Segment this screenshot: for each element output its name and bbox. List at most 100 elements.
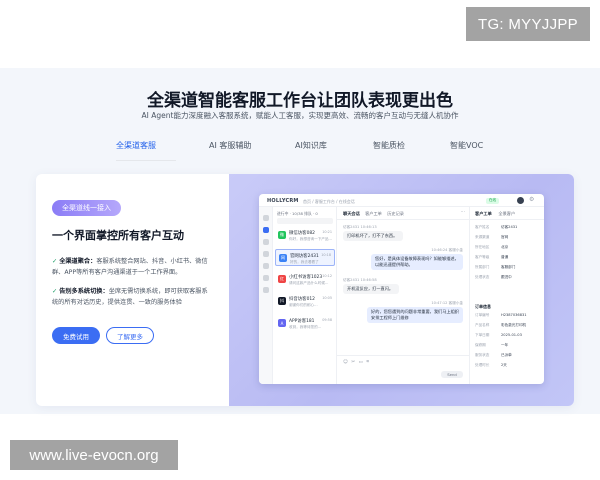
field-label: 服务状态 [475,353,490,357]
check-icon: ✓ [52,288,58,295]
conversation-preview: 收到，我等待您的... [289,324,322,329]
feature-card: 全渠道线一接入 一个界面掌控所有客户互动 ✓ 全渠道聚合：客服系统整合网站、抖音、… [36,174,574,406]
chat-tabs: 聊天会话 客户工单 历史记录 [343,211,404,217]
conversation-preview: 你好，我想咨询一下产品... [289,236,332,241]
order-field: 服务状态 已派单 [475,353,541,359]
tab-quality-check[interactable]: 智能质检 [373,140,405,151]
customer-field: 所属部门 客服部门 [475,265,541,271]
field-value: 跟进中 [501,275,512,279]
order-field: 产品名称 彩色激光打印机 [475,323,541,329]
divider [470,219,544,220]
conversation-name: 微信访客082 [289,231,315,236]
field-value: 官网 [501,235,509,239]
conversation-name: 官网访客2431 [290,254,319,259]
customer-field: 所在地区 北京 [475,245,541,251]
field-value: H2387036831 [501,313,527,317]
field-value: 北京 [501,245,509,249]
conversation-item[interactable]: A APP访客181 收到，我等待您的... 09:58 [275,315,335,332]
conversation-name: APP访客181 [289,319,315,324]
conversation-item[interactable]: 红小红书访客1023 请问这款产品什么时候... 10:12 [275,271,335,288]
ticket-icon[interactable] [263,251,269,257]
watermark-bottom: www.live-evocn.org [10,440,178,470]
divider [337,355,469,356]
field-label: 保修期 [475,343,486,347]
message-meta: 10:46:24 客服小金 [431,248,463,252]
tab-divider [116,160,176,161]
field-label: 客户姓名 [475,225,490,229]
order-field: 处理时长 2天 [475,363,541,369]
conversation-item[interactable]: 抖抖音访客012 谢谢你们的耐心... 10:05 [275,293,335,310]
tab-omnichannel[interactable]: 全渠道客服 [116,140,156,151]
field-value: 2025-01-03 [501,333,522,337]
customer-field: 客户等级 普通 [475,255,541,261]
feature-heading: 全渠道聚合： [59,258,97,265]
divider [337,219,469,220]
conversation-preview: 请问这款产品什么时候... [289,280,329,285]
settings-icon[interactable] [263,287,269,293]
report-icon[interactable] [263,275,269,281]
gear-icon[interactable]: ⚙ [529,196,534,203]
conversation-name: 小红书访客1023 [289,275,323,280]
field-label: 下单日期 [475,333,490,337]
message-bubble: 您好，是具体设备故障表现吗？如能够描述，以能迅速提供帮助。 [371,254,463,270]
send-button[interactable]: Send [441,371,463,378]
breadcrumb: 首页 / 客服工作台 / 在线会话 [303,198,355,204]
free-trial-button[interactable]: 免费试用 [52,327,100,344]
status-badge: 在线 [486,197,499,204]
tab-ai-assistant[interactable]: AI 客服辅助 [209,140,251,151]
field-value: 已派单 [501,353,512,357]
chat-icon[interactable] [263,227,269,233]
tab-ticket[interactable]: 客户工单 [365,211,382,216]
learn-more-button[interactable]: 了解更多 [106,327,154,344]
tab-chat[interactable]: 聊天会话 [343,211,360,216]
page-title: 全渠道智能客服工作台让团队表现更出色 [147,91,453,111]
nav-rail [259,207,273,384]
conversation-item[interactable]: 微微信访客082 你好，我想咨询一下产品... 10:21 [275,227,335,244]
more-icon[interactable]: ⋯ [461,210,466,215]
order-field: 下单日期 2025-01-03 [475,333,541,339]
feature-title: 一个界面掌控所有客户互动 [52,229,184,242]
avatar[interactable] [517,197,524,204]
message-meta: 访客2431 10:46:13 [343,225,377,229]
web-icon: 网 [279,254,287,262]
feature-tabs: 全渠道客服 AI 客服辅助 AI知识库 智能质检 智能VOC [110,140,490,160]
field-label: 处理时长 [475,363,490,367]
contacts-icon[interactable] [263,239,269,245]
field-label: 来源渠道 [475,235,490,239]
customer-field: 处理状态 跟进中 [475,275,541,281]
order-field: 保修期 一年 [475,343,541,349]
tab-customer-360[interactable]: 全景客户 [498,211,515,216]
wechat-icon: 微 [278,231,286,239]
field-value: 2天 [501,363,507,367]
message-meta: 10:47:12 客服小金 [431,301,463,305]
conversation-name: 抖音访客012 [289,297,315,302]
ai-icon[interactable] [263,263,269,269]
feature-no-switch: ✓ 告别多系统切换：坐席无需切换系统，即可获取客服系统的所有对话历史，提供连贯、一… [52,286,212,308]
conversation-preview: 谢谢你们的耐心... [289,302,318,307]
field-label: 所在地区 [475,245,490,249]
conversation-item[interactable]: 网官网访客2431 好的，我去看看了 10:18 [275,249,335,266]
field-value: 彩色激光打印机 [501,323,527,327]
conversation-time: 10:18 [321,253,331,257]
tab-customer-ticket[interactable]: 客户工单 [475,211,492,216]
tab-voc[interactable]: 智能VOC [450,140,483,151]
message-bubble: 开机没反应，打一直闪。 [343,284,399,294]
customer-field: 客户姓名 访客2431 [475,225,541,231]
conversation-time: 10:05 [322,296,332,300]
conversation-preview: 好的，我去看看了 [290,259,319,264]
customer-info-panel: 客户工单 全景客户 客户姓名 访客2431 来源渠道 官网所在地区 北京客户等级 普通所属… [469,207,544,384]
conversation-time: 09:58 [322,318,332,322]
search-input[interactable] [277,218,333,224]
field-value: 客服部门 [501,265,516,269]
tab-history[interactable]: 历史记录 [387,211,404,216]
emoji-icon[interactable]: ☺ ✂ ▭ ⌗ [343,359,370,365]
conversation-tabs[interactable]: 进行中 · 10/38 排队 · 0 [277,211,335,217]
message-meta: 访客2431 10:46:58 [343,278,377,282]
phone-icon[interactable] [263,215,269,221]
tab-ai-knowledge[interactable]: AI知识库 [295,140,327,151]
field-value: 普通 [501,255,509,259]
conversation-time: 10:12 [322,274,332,278]
field-label: 所属部门 [475,265,490,269]
order-field: 订单编号 H2387036831 [475,313,541,319]
field-label: 客户等级 [475,255,490,259]
